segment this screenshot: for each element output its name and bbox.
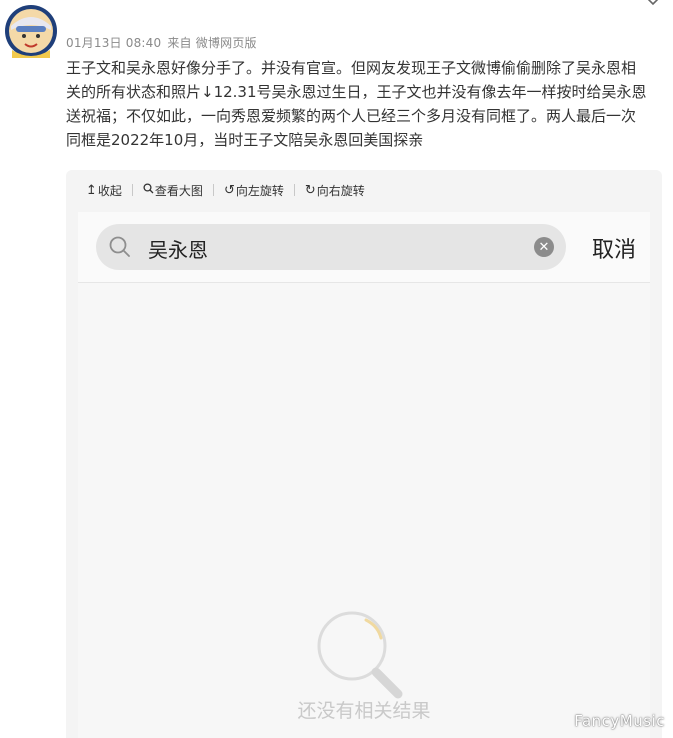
rotate-right-button[interactable]: ↻ 向右旋转 — [305, 182, 365, 199]
magnifier-empty-icon — [317, 611, 403, 699]
search-header: 吴永恩 ✕ 取消 — [78, 212, 650, 283]
cancel-button[interactable]: 取消 — [592, 232, 636, 264]
post-text-line: 同框是2022年10月，当时王子文陪吴永恩回美国探亲 — [66, 131, 424, 149]
post-timestamp[interactable]: 01月13日 08:40 — [66, 36, 161, 50]
toolbar-divider — [293, 184, 295, 196]
screenshot-image[interactable]: 吴永恩 ✕ 取消 还没有相关结果 — [78, 212, 650, 738]
rotate-right-icon: ↻ — [304, 182, 316, 198]
arrow-up-icon: ↥ — [86, 182, 97, 198]
search-query: 吴永恩 — [148, 238, 208, 262]
toolbar-divider — [131, 184, 133, 196]
search-input[interactable]: 吴永恩 ✕ — [96, 224, 566, 270]
post-meta: 01月13日 08:40 来自 微博网页版 — [66, 34, 263, 51]
post-text-line: 关的所有状态和照片↓12.31号吴永恩过生日，王子文也并没有像去年一样按时给吴永… — [66, 83, 647, 101]
zoom-icon — [143, 182, 154, 198]
user-avatar[interactable] — [4, 4, 58, 58]
rotate-left-icon: ↺ — [223, 182, 235, 198]
rotate-left-label: 向左旋转 — [235, 183, 284, 198]
collapse-button[interactable]: ↥ 收起 — [86, 182, 122, 199]
avatar-icon — [5, 5, 57, 58]
rotate-left-button[interactable]: ↺ 向左旋转 — [224, 182, 284, 199]
post-text: 王子文和吴永恩好像分手了。并没有官宣。但网友发现王子文微博偷偷删除了吴永恩相 关… — [66, 56, 666, 152]
toolbar-divider — [212, 184, 214, 196]
empty-result-text: 还没有相关结果 — [297, 700, 431, 722]
post-menu-button[interactable] — [643, 0, 663, 10]
rotate-right-label: 向右旋转 — [316, 183, 365, 198]
collapse-label: 收起 — [97, 183, 122, 198]
watermark: FancyMusic — [574, 712, 665, 730]
view-large-label: 查看大图 — [154, 183, 203, 198]
post-text-line: 王子文和吴永恩好像分手了。并没有官宣。但网友发现王子文微博偷偷删除了吴永恩相 — [66, 59, 637, 77]
clear-icon[interactable]: ✕ — [534, 237, 554, 257]
post-text-line: 送祝福；不仅如此，一向秀恩爱频繁的两个人已经三个多月没有同框了。两人最后一次 — [66, 107, 637, 125]
search-icon — [109, 236, 130, 257]
view-large-button[interactable]: 查看大图 — [143, 182, 203, 199]
chevron-down-icon — [647, 0, 659, 6]
image-toolbar: ↥ 收起 查看大图 ↺ 向左旋转 ↻ 向右旋转 — [66, 170, 662, 210]
image-viewer: ↥ 收起 查看大图 ↺ 向左旋转 ↻ 向右旋转 吴永恩 ✕ 取消 还没有相关结果 — [66, 170, 662, 738]
post-source[interactable]: 来自 微博网页版 — [167, 36, 256, 50]
